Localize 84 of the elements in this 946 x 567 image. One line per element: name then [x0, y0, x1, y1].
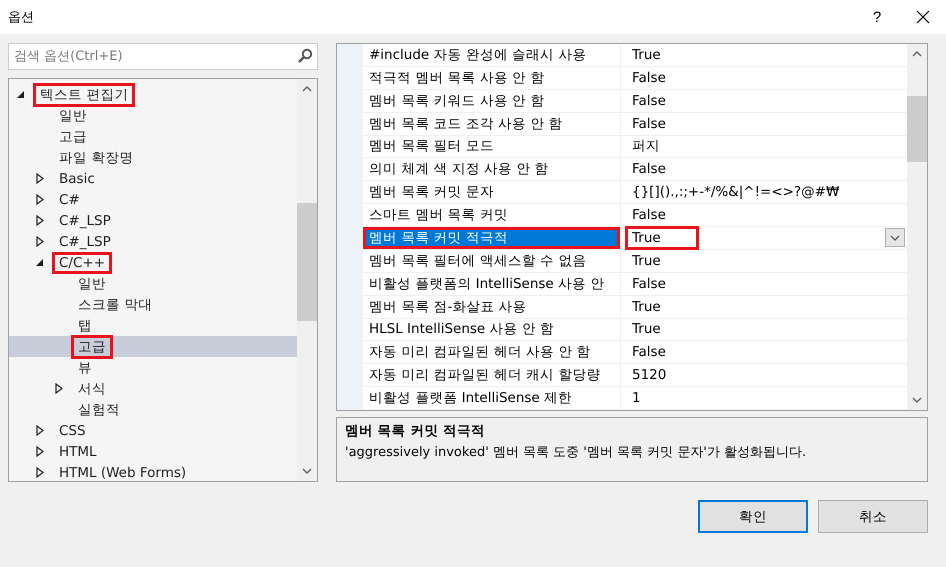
property-value[interactable]: False: [625, 276, 673, 292]
property-value[interactable]: 1: [625, 390, 648, 406]
tree-item[interactable]: C#_LSP: [9, 210, 297, 231]
dropdown-button[interactable]: [885, 228, 905, 248]
tree-item-label: 탭: [77, 316, 93, 336]
tree-item-label: 뷰: [77, 358, 93, 378]
scroll-down-icon[interactable]: [302, 468, 312, 474]
tree-scrollbar[interactable]: [297, 79, 317, 481]
window-title: 옵션: [8, 9, 35, 26]
ok-button[interactable]: 확인: [698, 500, 808, 533]
tree-item[interactable]: 서식: [9, 378, 297, 399]
help-button[interactable]: ?: [854, 0, 900, 34]
tree-item-label: CSS: [58, 422, 87, 440]
tree-item-label: HTML (Web Forms): [58, 464, 188, 481]
tree-item-label: C#: [58, 190, 81, 210]
scrollbar-thumb[interactable]: [907, 96, 927, 162]
collapsed-arrow-icon[interactable]: [36, 194, 44, 205]
description-title: 멤버 목록 커밋 적극적: [345, 422, 486, 440]
collapsed-arrow-icon[interactable]: [36, 425, 44, 436]
tree-item[interactable]: 뷰: [9, 357, 297, 378]
property-value[interactable]: True: [625, 321, 668, 338]
tree-item-label: Basic: [58, 170, 96, 188]
grid-scrollbar[interactable]: [907, 44, 927, 410]
tree-item[interactable]: 일반: [9, 273, 297, 294]
tree-item[interactable]: HTML (Web Forms): [9, 462, 297, 481]
collapsed-arrow-icon[interactable]: [36, 236, 44, 247]
tree-item-label: 스크롤 막대: [77, 296, 154, 314]
tree-item-label: 고급: [71, 334, 113, 358]
tree-item[interactable]: Basic: [9, 168, 297, 189]
search-field[interactable]: 검색 옵션(Ctrl+E): [8, 43, 318, 70]
property-value[interactable]: False: [625, 116, 673, 132]
tree-item[interactable]: 파일 확장명: [9, 147, 297, 168]
tree-item[interactable]: CSS: [9, 420, 297, 441]
tree-item-label: 실험적: [77, 400, 121, 420]
tree-item-label: C#_LSP: [58, 232, 112, 252]
tree-item[interactable]: 탭: [9, 315, 297, 336]
collapsed-arrow-icon[interactable]: [36, 467, 44, 478]
collapsed-arrow-icon[interactable]: [55, 383, 63, 394]
tree-item[interactable]: C#: [9, 189, 297, 210]
tree-item[interactable]: HTML: [9, 441, 297, 462]
cancel-button[interactable]: 취소: [818, 500, 928, 533]
tree-item-label: C#_LSP: [58, 212, 112, 230]
tree-item[interactable]: 고급: [9, 126, 297, 147]
property-value[interactable]: False: [625, 207, 673, 224]
collapsed-arrow-icon[interactable]: [36, 173, 44, 184]
tree-item-label: 일반: [77, 274, 107, 294]
scroll-down-icon[interactable]: [912, 397, 922, 403]
scroll-up-icon[interactable]: [912, 51, 922, 57]
expanded-arrow-icon[interactable]: [17, 90, 25, 98]
expanded-arrow-icon[interactable]: [36, 258, 44, 266]
search-icon: [297, 48, 313, 64]
tree-item[interactable]: 텍스트 편집기: [9, 84, 297, 105]
property-value[interactable]: 퍼지: [625, 137, 667, 156]
tree-item[interactable]: 스크롤 막대: [9, 294, 297, 315]
collapsed-arrow-icon[interactable]: [36, 446, 44, 457]
property-value[interactable]: True: [625, 298, 668, 315]
collapsed-arrow-icon[interactable]: [36, 215, 44, 226]
tree-item-label: HTML: [58, 442, 98, 462]
tree-item-label: 서식: [77, 380, 107, 398]
property-name[interactable]: 멤버 목록 커밋 적극적: [363, 227, 621, 249]
property-value[interactable]: 5120: [625, 367, 674, 384]
tree-item-label: 고급: [58, 128, 88, 146]
close-icon: [916, 10, 930, 24]
tree-item[interactable]: 실험적: [9, 399, 297, 420]
tree-item-label: 텍스트 편집기: [33, 82, 136, 106]
tree-item[interactable]: 고급: [9, 336, 297, 357]
property-value[interactable]: True: [625, 46, 668, 63]
property-value[interactable]: False: [625, 92, 673, 109]
tree-item-label: 파일 확장명: [58, 148, 134, 168]
scroll-up-icon[interactable]: [302, 86, 312, 92]
property-value[interactable]: False: [625, 70, 673, 86]
tree-item[interactable]: 일반: [9, 105, 297, 126]
property-value[interactable]: {}[]().,:;+-*/%&|^!=<>?@#₩: [625, 184, 846, 200]
property-value[interactable]: False: [625, 344, 673, 360]
tree-item[interactable]: C/C++: [9, 252, 297, 273]
chevron-down-icon: [890, 234, 900, 241]
property-value[interactable]: True: [625, 252, 668, 269]
description-text: 'aggressively invoked' 멤버 목록 도중 '멤버 목록 커밋 문자'가 활성화됩니다.: [345, 444, 808, 461]
property-value[interactable]: True: [625, 226, 699, 250]
tree-item-label: 일반: [58, 106, 88, 126]
tree-item[interactable]: C#_LSP: [9, 231, 297, 252]
scrollbar-thumb[interactable]: [297, 203, 317, 321]
tree-item-label: C/C++: [52, 252, 112, 274]
property-value[interactable]: False: [625, 161, 673, 178]
